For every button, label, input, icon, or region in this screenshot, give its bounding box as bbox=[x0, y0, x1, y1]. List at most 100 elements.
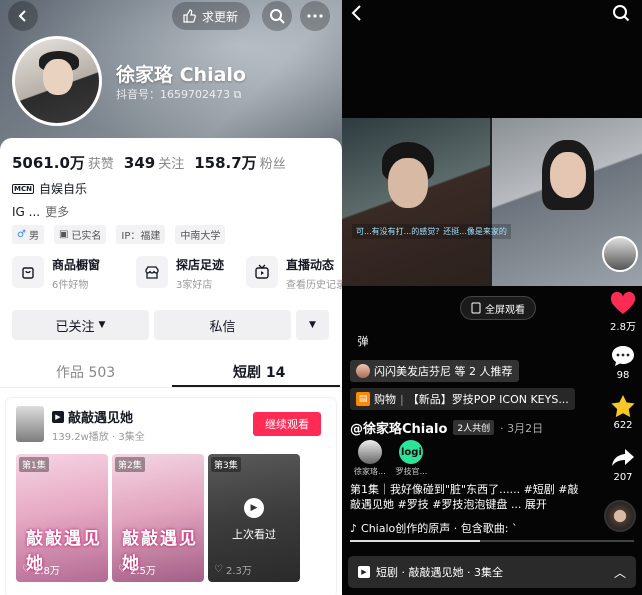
music-text: Chialo创作的原声 · 包含歌曲: ` bbox=[361, 522, 518, 535]
episode-badge: 第2集 bbox=[115, 457, 145, 472]
continue-watching-button[interactable]: 继续观看 bbox=[253, 412, 321, 436]
more-button[interactable] bbox=[300, 1, 330, 31]
service-shop-window[interactable]: 商品橱窗 6件好物 bbox=[12, 256, 100, 291]
coauthor-name: 徐家珞... bbox=[354, 467, 386, 476]
profile-tags: ♂ 男 ▣ 已实名 IP：福建 中南大学 bbox=[12, 225, 230, 244]
bio-line[interactable]: IG ... 更多 bbox=[12, 203, 69, 220]
copy-icon[interactable]: ⧉ bbox=[234, 88, 242, 101]
author-avatar[interactable] bbox=[602, 236, 638, 272]
video-progress-bar[interactable] bbox=[350, 540, 634, 542]
favorite-count: 622 bbox=[613, 420, 633, 431]
episode-likes: ♡ 2.5万 bbox=[118, 564, 156, 577]
share-action[interactable]: 207 bbox=[610, 446, 636, 483]
followed-button[interactable]: 已关注 ▼ bbox=[12, 310, 149, 340]
search-icon bbox=[270, 9, 285, 24]
drama-bottom-bar[interactable]: ▶ 短剧 · 敲敲遇见她 · 3集全 ︿ bbox=[348, 556, 636, 588]
tag-gender: ♂ 男 bbox=[12, 225, 44, 244]
chevron-left-icon bbox=[18, 10, 26, 22]
co-create-badge[interactable]: 2人共创 bbox=[453, 420, 495, 435]
recommender-avatar bbox=[356, 364, 370, 378]
chevron-up-icon[interactable]: ︿ bbox=[614, 564, 626, 581]
stat-followers[interactable]: 158.7万 粉丝 bbox=[194, 152, 285, 173]
favorite-action[interactable]: 622 bbox=[610, 394, 636, 431]
play-circle-icon: ▶ bbox=[244, 498, 264, 518]
recommend-chip[interactable]: 闪闪美发店芬尼 等 2 人推荐 bbox=[350, 360, 519, 382]
comment-action[interactable]: 98 bbox=[610, 344, 636, 381]
request-update-button[interactable]: 求更新 bbox=[172, 2, 251, 30]
drama-play-icon: ▶ bbox=[358, 566, 370, 578]
episode-likes: ♡ 2.8万 bbox=[22, 564, 60, 577]
music-line[interactable]: ♪ Chialo创作的原声 · 包含歌曲: ` bbox=[350, 520, 517, 536]
drama-card[interactable]: ▶ 敲敲遇见她 139.2w播放 · 3集全 继续观看 第1集 敲敲遇见她 ♡ 2… bbox=[6, 398, 336, 595]
drama-bottom-text: 短剧 · 敲敲遇见她 · 3集全 bbox=[376, 566, 503, 579]
tv-icon bbox=[246, 256, 278, 288]
bio-more[interactable]: 更多 bbox=[45, 203, 69, 220]
tag-school[interactable]: 中南大学 bbox=[175, 225, 226, 244]
shop-label: 购物 bbox=[374, 393, 396, 406]
caret-down-icon: ▼ bbox=[309, 320, 316, 330]
post-date: · 3月2日 bbox=[500, 421, 544, 435]
video-scene-right bbox=[492, 118, 642, 286]
coauthor-avatar bbox=[357, 440, 382, 464]
music-disc[interactable] bbox=[604, 500, 636, 532]
message-button[interactable]: 私信 bbox=[154, 310, 291, 340]
coauthor-item[interactable]: logi 罗技官... bbox=[396, 440, 427, 477]
music-note-icon: ♪ bbox=[350, 521, 358, 535]
video-description[interactable]: 第1集｜我好像碰到"脏"东西了...... #短剧 #敲敲遇见她 #罗技 #罗技… bbox=[350, 482, 580, 512]
mcn-name: 自娱自乐 bbox=[38, 182, 87, 196]
service-store-visits[interactable]: 探店足迹 3家好店 bbox=[136, 256, 224, 291]
mcn-line[interactable]: MCN 自娱自乐 bbox=[12, 180, 87, 197]
stat-likes[interactable]: 5061.0万 获赞 bbox=[12, 152, 114, 173]
author-name[interactable]: @徐家珞Chialo bbox=[350, 418, 447, 437]
chevron-left-icon bbox=[351, 5, 361, 21]
service-sub: 6件好物 bbox=[52, 280, 89, 291]
tab-works[interactable]: 作品 503 bbox=[56, 362, 115, 382]
bio-text: IG ... bbox=[12, 204, 41, 219]
episode-card[interactable]: 第1集 敲敲遇见她 ♡ 2.8万 bbox=[16, 454, 108, 582]
episode-card[interactable]: 第2集 敲敲遇见她 ♡ 2.5万 bbox=[112, 454, 204, 582]
fullscreen-icon bbox=[471, 302, 481, 314]
episode-card[interactable]: 第3集 ▶ 上次看过 ♡ 2.3万 bbox=[208, 454, 300, 582]
service-title: 直播动态 bbox=[286, 258, 335, 272]
service-live-updates[interactable]: 直播动态查看历史记录 bbox=[246, 256, 342, 291]
search-button[interactable] bbox=[612, 4, 630, 26]
profile-avatar[interactable] bbox=[12, 36, 102, 126]
shop-bag-icon bbox=[12, 256, 44, 288]
caret-down-icon: ▼ bbox=[98, 320, 106, 330]
fullscreen-button[interactable]: 全屏观看 bbox=[460, 296, 536, 320]
video-scene-left bbox=[342, 118, 490, 286]
back-button[interactable] bbox=[8, 1, 38, 31]
comment-count: 98 bbox=[616, 370, 630, 381]
recommend-text: 闪闪美发店芬尼 等 2 人推荐 bbox=[374, 365, 513, 378]
stat-following[interactable]: 349 关注 bbox=[124, 153, 184, 172]
search-button[interactable] bbox=[262, 1, 292, 31]
service-title: 探店足迹 bbox=[176, 258, 225, 272]
profile-panel: 求更新 徐家珞 Chialo 抖音号：1659702473 ⧉ 5061.0万获… bbox=[0, 0, 342, 595]
active-tab-indicator bbox=[172, 385, 340, 387]
shop-link[interactable]: ▤ 购物 | 【新品】罗技POP ICON KEYS... bbox=[350, 388, 575, 410]
profile-name: 徐家珞 Chialo bbox=[116, 64, 246, 86]
star-icon bbox=[611, 395, 635, 418]
episode-badge: 第1集 bbox=[19, 457, 49, 472]
video-frame[interactable]: 可...有没有打...的感觉？还挺...像是来家的 bbox=[342, 118, 642, 286]
like-action[interactable]: 2.8万 bbox=[610, 292, 636, 333]
expand-button[interactable]: ▼ bbox=[296, 310, 329, 340]
shop-item: 【新品】罗技POP ICON KEYS... bbox=[407, 393, 569, 406]
coauthor-item[interactable]: 徐家珞... bbox=[354, 440, 386, 477]
message-label: 私信 bbox=[209, 319, 236, 335]
heart-icon bbox=[610, 292, 636, 314]
tab-short-drama[interactable]: 短剧 14 bbox=[233, 362, 285, 382]
last-watched-label: 上次看过 bbox=[232, 528, 276, 541]
heart-outline-icon: ♡ bbox=[22, 564, 31, 575]
video-player-panel: 可...有没有打...的感觉？还挺...像是来家的 全屏观看 弹 2.8万 98… bbox=[342, 0, 642, 595]
back-button[interactable] bbox=[350, 4, 364, 26]
store-icon bbox=[136, 256, 168, 288]
danmaku-toggle[interactable]: 弹 bbox=[352, 332, 374, 350]
share-count: 207 bbox=[613, 472, 633, 483]
share-icon bbox=[612, 449, 634, 466]
author-line[interactable]: @徐家珞Chialo 2人共创 · 3月2日 bbox=[350, 418, 543, 437]
followed-label: 已关注 bbox=[55, 319, 95, 335]
more-dots-icon bbox=[307, 14, 323, 18]
mcn-badge: MCN bbox=[12, 183, 34, 194]
service-sub: 查看历史记录 bbox=[286, 280, 342, 291]
